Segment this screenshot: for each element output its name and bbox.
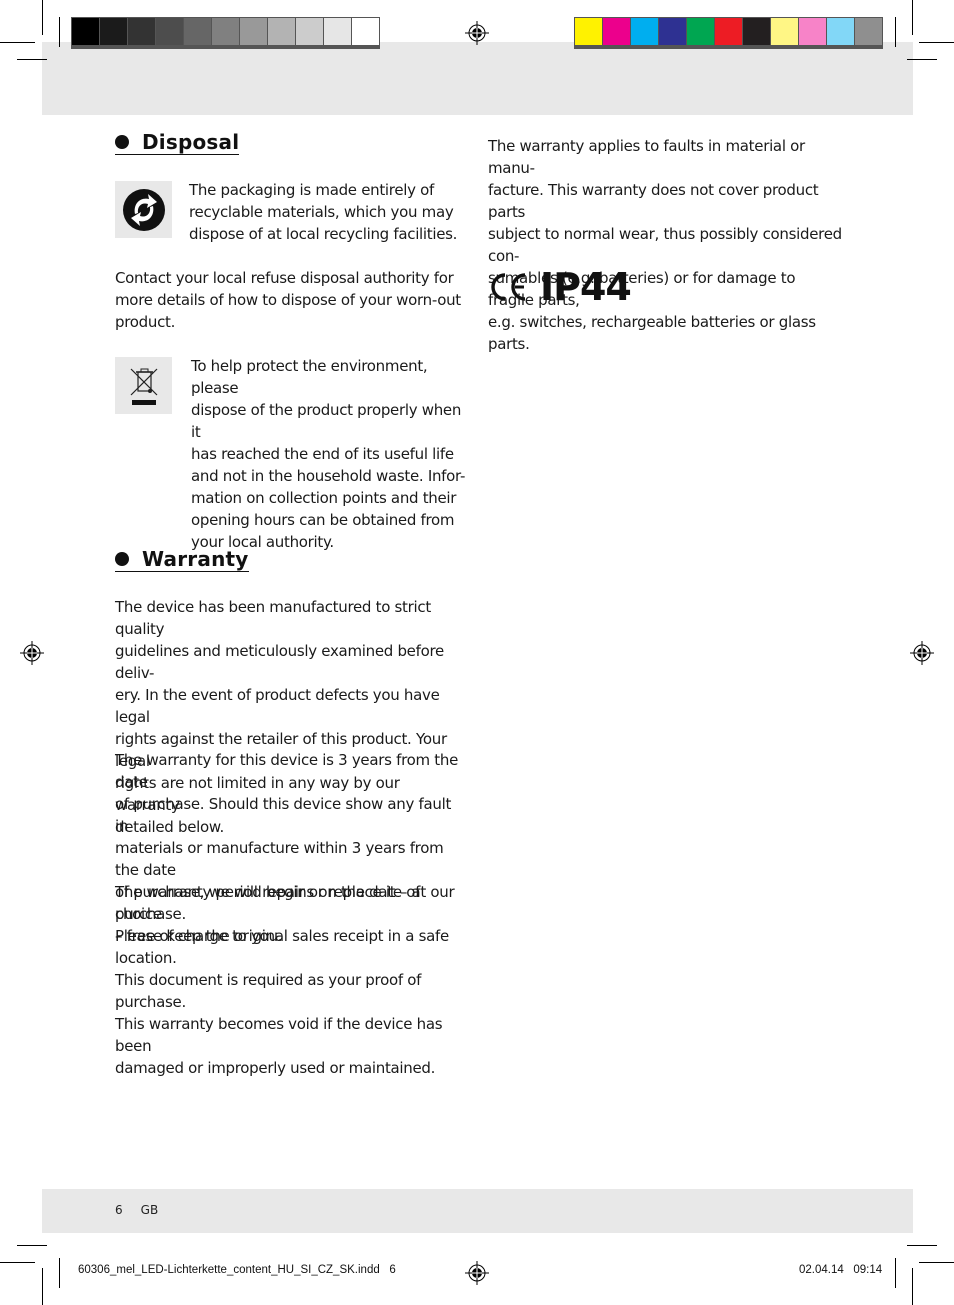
color-swatch: [296, 18, 323, 45]
crop-mark: [42, 1268, 43, 1305]
certification-marks: IP44: [488, 265, 843, 309]
crossed-bin-icon: [115, 357, 172, 414]
color-swatch: [156, 18, 183, 45]
registration-mark-icon: [20, 641, 44, 665]
color-swatch: [827, 18, 854, 45]
crop-mark: [919, 1262, 954, 1263]
crop-mark: [912, 1268, 913, 1305]
header-band: [42, 42, 913, 115]
crop-mark: [0, 1262, 35, 1263]
crop-mark: [895, 17, 896, 47]
crop-mark: [59, 17, 60, 47]
page-footer: 6 GB: [115, 1203, 158, 1217]
color-swatch: [72, 18, 99, 45]
crop-mark: [907, 1245, 937, 1246]
registration-mark-icon: [465, 21, 489, 45]
crop-mark: [17, 1245, 47, 1246]
color-swatch: [128, 18, 155, 45]
packaging-block: The packaging is made entirely of recycl…: [115, 179, 467, 245]
crop-mark: [17, 59, 47, 60]
contact-authority-text: Contact your local refuse disposal autho…: [115, 269, 461, 331]
color-swatch: [631, 18, 658, 45]
color-swatch: [743, 18, 770, 45]
packaging-text: The packaging is made entirely of recycl…: [189, 181, 458, 243]
color-swatch: [603, 18, 630, 45]
footer-band: [42, 1189, 913, 1233]
color-swatch: [575, 18, 602, 45]
color-swatch: [212, 18, 239, 45]
ce-mark-icon: [491, 273, 526, 301]
color-swatch: [100, 18, 127, 45]
crop-mark: [907, 59, 937, 60]
color-swatch: [240, 18, 267, 45]
environment-block: To help protect the environment, please …: [115, 355, 467, 553]
color-swatch: [352, 18, 379, 45]
warranty-heading: Warranty: [115, 548, 249, 572]
disposal-section: Disposal: [115, 131, 467, 155]
disposal-heading: Disposal: [115, 130, 240, 155]
crop-mark: [59, 1258, 60, 1288]
process-color-bar: [574, 17, 883, 49]
registration-mark-icon: [465, 1261, 489, 1285]
crop-mark: [919, 42, 954, 43]
crop-mark: [42, 0, 43, 35]
warranty-paragraph: The warranty period begins on the date o…: [115, 883, 449, 1077]
recycle-green-dot-icon: [115, 181, 172, 238]
ip-rating: IP44: [540, 265, 632, 309]
warranty-section: Warranty: [115, 548, 467, 572]
environment-text: To help protect the environment, please …: [191, 357, 466, 551]
registration-mark-icon: [910, 641, 934, 665]
bullet-icon: [115, 552, 129, 566]
color-swatch: [268, 18, 295, 45]
grayscale-color-bar: [71, 17, 380, 49]
crop-mark: [895, 1258, 896, 1288]
color-swatch: [324, 18, 351, 45]
color-swatch: [799, 18, 826, 45]
print-time: 09:14: [853, 1264, 883, 1276]
warranty-coverage-text: The warranty applies to faults in materi…: [488, 137, 842, 353]
bullet-icon: [115, 135, 129, 149]
crop-mark: [0, 42, 35, 43]
page-number: 6: [115, 1203, 123, 1217]
color-swatch: [184, 18, 211, 45]
disposal-heading-text: Disposal: [142, 130, 240, 154]
print-date: 02.04.14: [799, 1264, 844, 1276]
file-name-slug: 60306_mel_LED-Lichterkette_content_HU_SI…: [78, 1264, 396, 1276]
language-code: GB: [140, 1203, 159, 1217]
color-swatch: [715, 18, 742, 45]
color-swatch: [659, 18, 686, 45]
print-timestamp: 02.04.14 09:14: [799, 1264, 882, 1276]
warranty-heading-text: Warranty: [142, 547, 249, 571]
crop-mark: [912, 0, 913, 35]
color-swatch: [687, 18, 714, 45]
color-swatch: [855, 18, 882, 45]
color-swatch: [771, 18, 798, 45]
